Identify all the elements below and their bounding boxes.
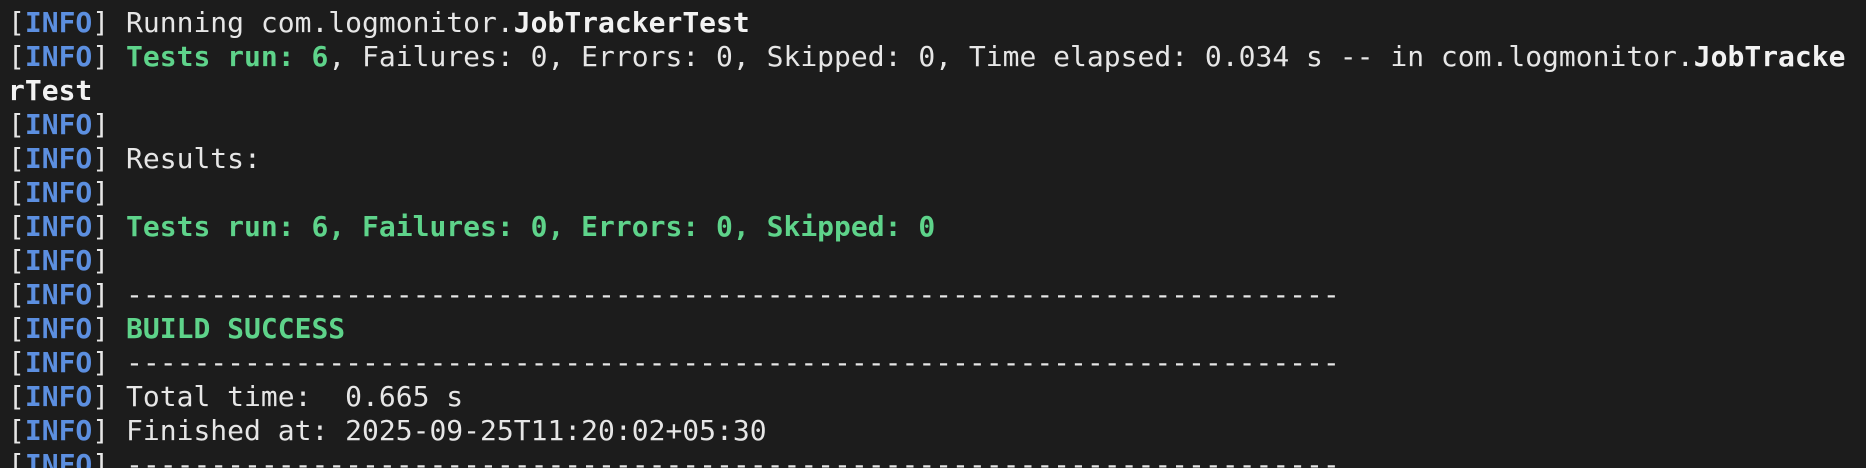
log-line-empty: [INFO] — [8, 244, 1866, 278]
bracket-open: [ — [8, 108, 25, 141]
bracket-close: ] — [92, 346, 110, 379]
bracket-close: ] — [92, 448, 110, 468]
info-tag: INFO — [24, 312, 93, 345]
info-tag: INFO — [24, 244, 93, 277]
log-line-finished-at: [INFO] Finished at: 2025-09-25T11:20:02+… — [8, 414, 1866, 448]
bracket-open: [ — [8, 244, 25, 277]
log-line-empty: [INFO] — [8, 176, 1866, 210]
separator: ----------------------------------------… — [126, 278, 1340, 311]
summary-detail-text: , Failures: 0, Errors: 0, Skipped: 0, Ti… — [328, 40, 1694, 73]
bracket-open: [ — [8, 142, 25, 175]
bracket-open: [ — [8, 40, 25, 73]
test-class-name: JobTracke — [1693, 40, 1846, 73]
finished-at: Finished at: 2025-09-25T11:20:02+05:30 — [126, 414, 767, 447]
bracket-close: ] — [92, 108, 110, 141]
info-tag: INFO — [24, 448, 93, 468]
bracket-close: ] — [92, 278, 110, 311]
bracket-open: [ — [8, 278, 25, 311]
info-tag: INFO — [24, 142, 93, 175]
bracket-close: ] — [92, 40, 110, 73]
build-status: BUILD SUCCESS — [126, 312, 346, 345]
bracket-close: ] — [92, 312, 110, 345]
bracket-close: ] — [92, 210, 110, 243]
log-line-running: [INFO] Running com.logmonitor.JobTracker… — [8, 6, 1866, 40]
bracket-open: [ — [8, 380, 25, 413]
test-class-name: JobTrackerTest — [513, 6, 750, 39]
log-line-total-time: [INFO] Total time: 0.665 s — [8, 380, 1866, 414]
results-label: Results: — [126, 142, 261, 175]
separator: ----------------------------------------… — [126, 448, 1340, 468]
bracket-close: ] — [92, 142, 110, 175]
total-time: Total time: 0.665 s — [126, 380, 464, 413]
bracket-close: ] — [92, 380, 110, 413]
bracket-close: ] — [92, 6, 110, 39]
log-line-empty: [INFO] — [8, 108, 1866, 142]
tests-summary: Tests run: 6, Failures: 0, Errors: 0, Sk… — [126, 210, 936, 243]
log-line-separator: [INFO] ---------------------------------… — [8, 278, 1866, 312]
bracket-close: ] — [92, 176, 110, 209]
info-tag: INFO — [24, 176, 93, 209]
separator: ----------------------------------------… — [126, 346, 1340, 379]
log-line-summary-detailed: [INFO] Tests run: 6, Failures: 0, Errors… — [8, 40, 1866, 74]
log-line-separator: [INFO] ---------------------------------… — [8, 346, 1866, 380]
test-class-name-wrapped: rTest — [8, 74, 93, 107]
info-tag: INFO — [24, 210, 93, 243]
bracket-open: [ — [8, 176, 25, 209]
bracket-open: [ — [8, 448, 25, 468]
info-tag: INFO — [24, 414, 93, 447]
bracket-open: [ — [8, 346, 25, 379]
info-tag: INFO — [24, 6, 93, 39]
info-tag: INFO — [24, 380, 93, 413]
log-line-wrap: rTest — [8, 74, 1866, 108]
bracket-open: [ — [8, 6, 25, 39]
info-tag: INFO — [24, 278, 93, 311]
log-line-separator: [INFO] ---------------------------------… — [8, 448, 1866, 468]
log-line-build-status: [INFO] BUILD SUCCESS — [8, 312, 1866, 346]
bracket-close: ] — [92, 244, 110, 277]
log-line-results: [INFO] Results: — [8, 142, 1866, 176]
bracket-open: [ — [8, 210, 25, 243]
info-tag: INFO — [24, 40, 93, 73]
terminal-output[interactable]: [INFO] Running com.logmonitor.JobTracker… — [0, 0, 1866, 468]
bracket-open: [ — [8, 312, 25, 345]
bracket-close: ] — [92, 414, 110, 447]
log-line-summary: [INFO] Tests run: 6, Failures: 0, Errors… — [8, 210, 1866, 244]
bracket-open: [ — [8, 414, 25, 447]
tests-run-count: Tests run: 6 — [126, 40, 329, 73]
info-tag: INFO — [24, 346, 93, 379]
running-text: Running com.logmonitor. — [126, 6, 514, 39]
info-tag: INFO — [24, 108, 93, 141]
